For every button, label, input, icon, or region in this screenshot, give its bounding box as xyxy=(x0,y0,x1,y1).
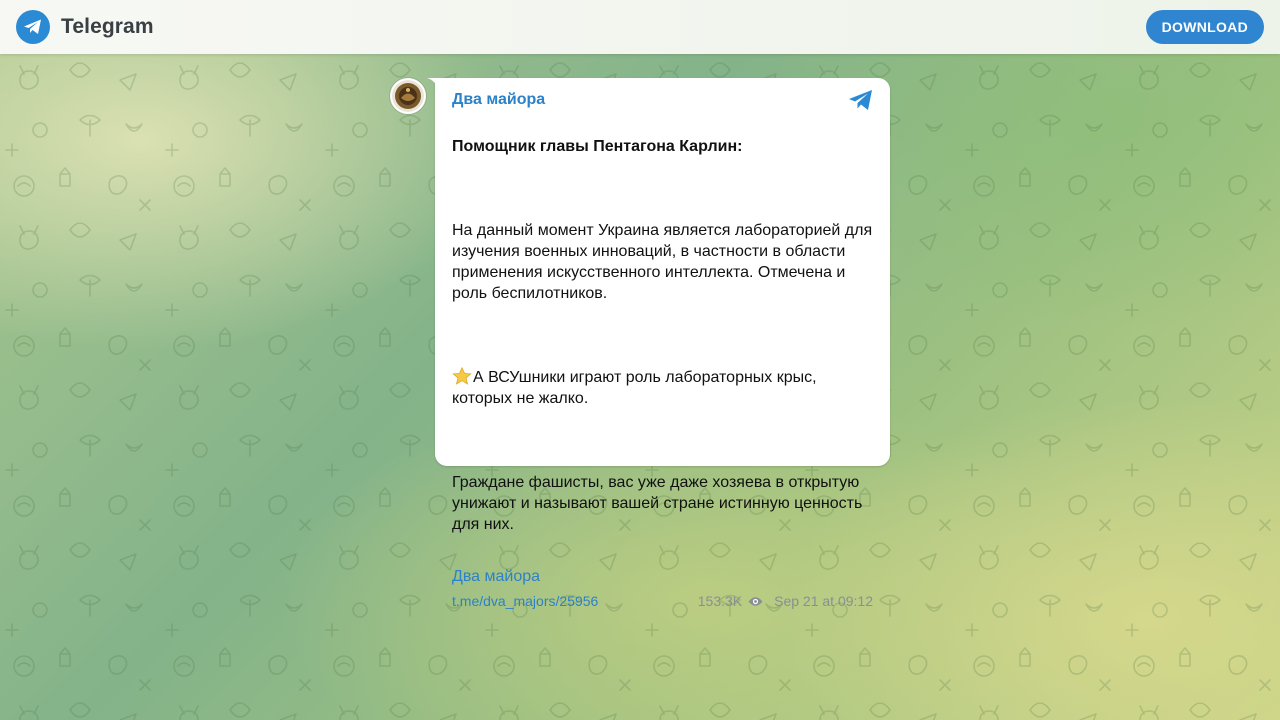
telegram-plane-icon[interactable] xyxy=(848,89,874,111)
top-bar: Telegram DOWNLOAD xyxy=(0,0,1280,54)
signature-link[interactable]: Два майора xyxy=(452,567,873,587)
message-paragraph-1: На данный момент Украина является лабора… xyxy=(452,222,873,302)
eye-icon xyxy=(748,596,763,606)
message-meta: 153.3K Sep 21 at 09:12 xyxy=(698,593,873,609)
bubble-tail xyxy=(427,78,439,90)
channel-avatar[interactable] xyxy=(390,78,426,114)
message-paragraph-3: Граждане фашисты, вас уже даже хозяева в… xyxy=(452,474,863,533)
message-title: Помощник главы Пентагона Карлин: xyxy=(452,138,743,155)
brand-name: Telegram xyxy=(61,15,154,38)
star-emoji-icon xyxy=(452,367,472,385)
download-button[interactable]: DOWNLOAD xyxy=(1145,10,1264,44)
message-bubble: Два майора Помощник главы Пентагона Карл… xyxy=(427,78,890,609)
message-footer: t.me/dva_majors/25956 153.3K Sep 21 at 0… xyxy=(452,593,873,609)
view-count: 153.3K xyxy=(697,593,743,609)
message-paragraph-2-wrap: А ВСУшники играют роль лабораторных крыс… xyxy=(452,367,873,409)
message-paragraph-2: А ВСУшники играют роль лабораторных крыс… xyxy=(452,369,817,407)
post-date: Sep 21 at 09:12 xyxy=(774,593,873,609)
post-link[interactable]: t.me/dva_majors/25956 xyxy=(452,593,598,609)
message-text: Помощник главы Пентагона Карлин: На данн… xyxy=(452,115,873,556)
channel-name-link[interactable]: Два майора xyxy=(452,90,873,110)
telegram-logo-icon xyxy=(16,10,50,44)
brand[interactable]: Telegram xyxy=(16,10,154,44)
